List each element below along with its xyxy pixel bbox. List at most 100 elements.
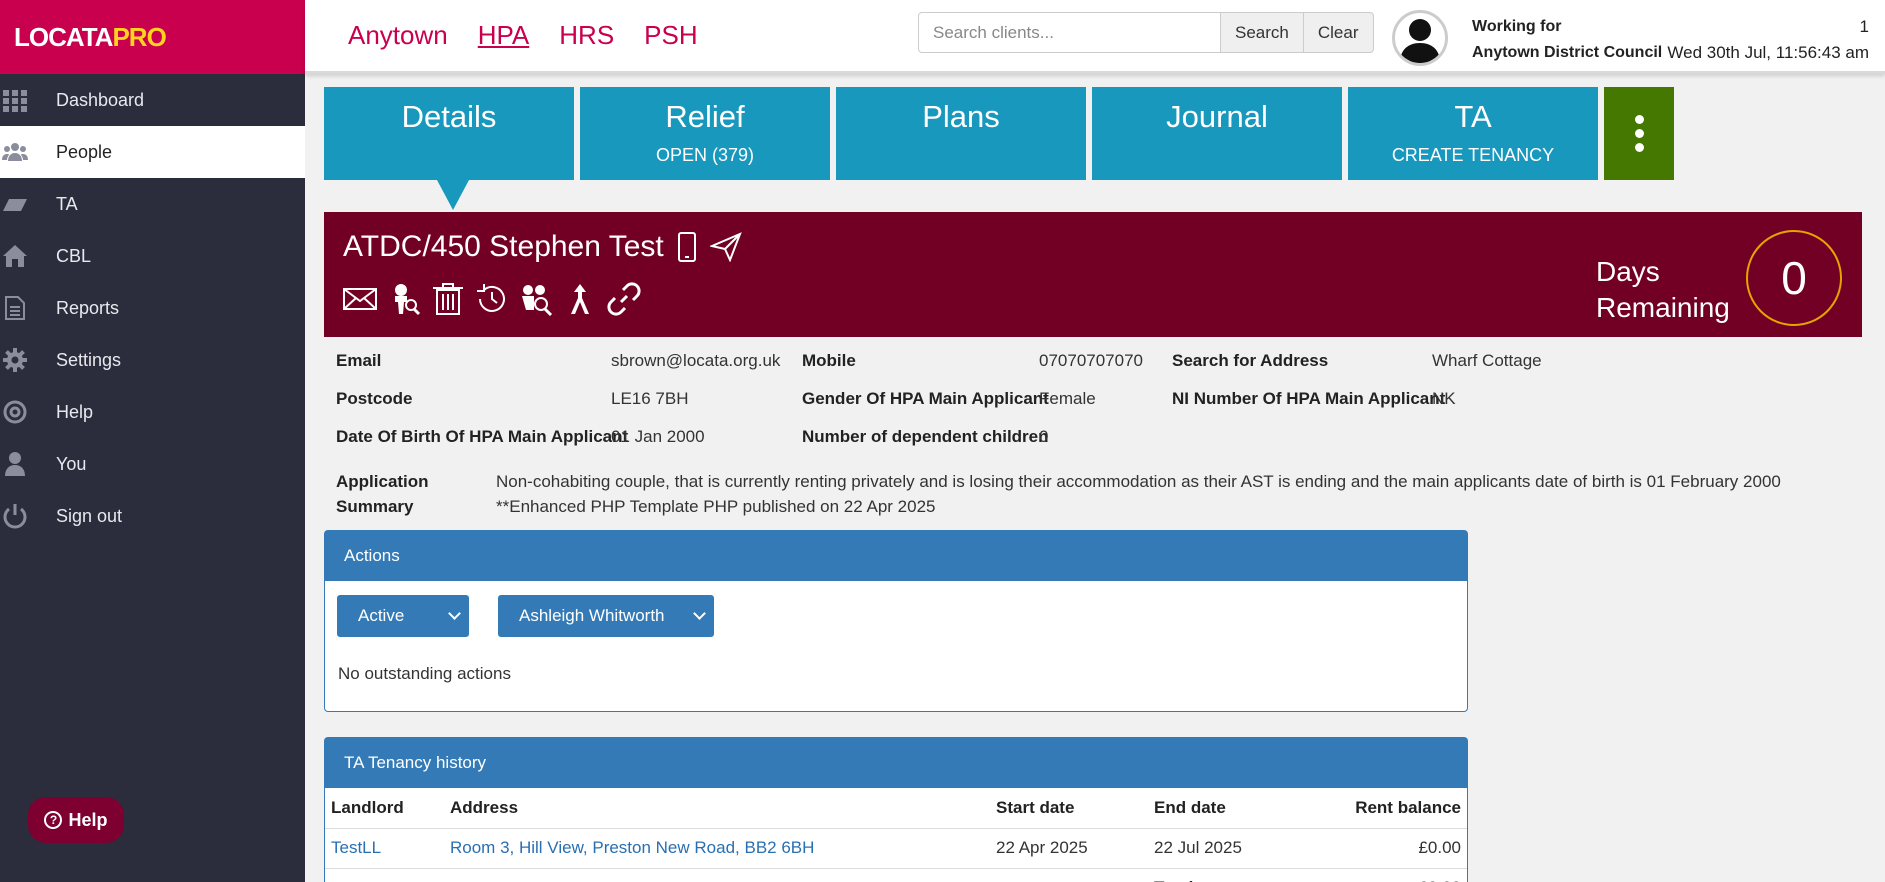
link-icon[interactable] [607,282,641,316]
status-dropdown-value: Active [358,606,405,625]
sidebar-item-settings[interactable]: Settings [0,334,305,386]
total-row: Total: £0.00 [325,868,1467,882]
postcode-label: Postcode [336,389,413,408]
gear-icon [3,348,27,372]
tab-title: Relief [665,99,745,134]
mobile-label: Mobile [802,351,856,370]
sidebar-item-help[interactable]: Help [0,386,305,438]
mobile-phone-icon[interactable] [676,231,698,263]
module-hpa[interactable]: HPA [478,20,530,51]
sidebar-item-dashboard[interactable]: Dashboard [0,74,305,126]
days-label: Days [1596,256,1660,287]
dob-label: Date Of Birth Of HPA Main Applicant [336,427,629,446]
sidebar-item-label: Help [56,401,94,422]
column-header-end-date: End date [1148,788,1298,829]
mobile-value: 07070707070 [1039,351,1144,370]
search-button[interactable]: Search [1221,12,1304,53]
envelope-icon[interactable] [343,282,377,316]
avatar[interactable] [1392,10,1448,66]
status-dropdown[interactable]: Active [337,595,469,637]
address-link[interactable]: Room 3, Hill View, Preston New Road, BB2… [444,828,990,869]
column-header-start-date: Start date [990,788,1148,829]
dob-value: 01 Jan 2000 [611,427,705,446]
search-address-label: Search for Address [1172,351,1329,370]
empty-cell [444,868,990,882]
ta-icon [3,199,27,211]
rent-balance-cell: £0.00 [1298,828,1467,869]
lifebuoy-icon [3,400,27,424]
question-icon: ? [44,811,63,829]
table-row: TestLL Room 3, Hill View, Preston New Ro… [325,828,1467,869]
gender-value: Female [1039,389,1096,408]
tab-title: Journal [1166,99,1268,134]
tab-title: TA [1454,99,1492,134]
search-address-value: Wharf Cottage [1432,351,1542,370]
people-icon [2,143,28,161]
tab-subtitle: CREATE TENANCY [1391,145,1555,165]
application-summary-label: Application Summary [336,469,496,519]
search-input[interactable]: Search clients... [918,12,1221,53]
client-action-icons [343,282,641,316]
sidebar-item-sign-out[interactable]: Sign out [0,490,305,542]
actions-panel-title: Actions [325,531,1467,581]
dependent-children-value: 0 [1039,427,1049,446]
history-icon[interactable] [475,282,509,316]
column-header-rent-balance: Rent balance [1298,788,1467,829]
client-name: ATDC/450 Stephen Test [343,230,664,263]
tab-details[interactable]: Details [324,87,574,210]
ta-history-title: TA Tenancy history [325,738,1467,788]
days-remaining-label: Days Remaining [1596,254,1730,326]
tab-plans[interactable]: Plans [836,87,1086,180]
people-search-icon[interactable] [519,282,553,316]
empty-cell [325,868,444,882]
sidebar-item-you[interactable]: You [0,438,305,490]
document-icon [5,296,25,320]
sidebar: LOCATA PRO Dashboard People TA CBL Report… [0,0,305,882]
tab-ta[interactable]: TA CREATE TENANCY [1348,87,1598,180]
house-icon [3,245,27,267]
landlord-link[interactable]: TestLL [325,828,444,869]
sidebar-item-cbl[interactable]: CBL [0,230,305,282]
sidebar-item-label: TA [56,193,78,214]
split-arrow-icon[interactable] [563,282,597,316]
client-banner: ATDC/450 Stephen Test Days Remaining 0 [324,212,1862,337]
logo-text-pro: PRO [112,21,166,52]
column-header-landlord: Landlord [325,788,444,829]
top-bar: Anytown HPA HRS PSH Search clients... Se… [305,0,1885,74]
tab-subtitle: OPEN (379) [655,145,755,165]
trash-icon[interactable] [431,282,465,316]
module-anytown[interactable]: Anytown [348,20,448,51]
send-icon[interactable] [709,232,742,262]
dependent-children-label: Number of dependent children [802,427,1049,446]
person-search-icon[interactable] [387,282,421,316]
sidebar-item-label: CBL [56,245,92,266]
grid-icon [3,90,27,112]
clear-button[interactable]: Clear [1303,12,1374,53]
module-psh[interactable]: PSH [644,20,697,51]
sidebar-item-people[interactable]: People [0,126,305,178]
help-button[interactable]: ? Help [28,797,124,843]
summary-label-line1: Application [336,472,429,491]
user-avatar-icon [1400,19,1440,63]
more-options-button[interactable] [1604,87,1674,180]
ni-number-value: NK [1432,389,1456,408]
empty-cell [990,868,1148,882]
module-nav: Anytown HPA HRS PSH [348,20,698,51]
officer-dropdown[interactable]: Ashleigh Whitworth [498,595,714,637]
sidebar-item-label: Settings [56,349,122,370]
notification-count[interactable]: 1 [1667,14,1869,40]
locata-pro-logo[interactable]: LOCATA PRO [0,0,305,74]
email-label: Email [336,351,382,370]
module-hrs[interactable]: HRS [559,20,614,51]
no-actions-message: No outstanding actions [338,664,511,683]
officer-dropdown-value: Ashleigh Whitworth [519,606,665,625]
power-icon [3,504,27,529]
tab-journal[interactable]: Journal [1092,87,1342,180]
days-remaining-counter: 0 [1746,230,1842,326]
sidebar-item-ta[interactable]: TA [0,178,305,230]
vertical-dots-icon [1634,115,1644,152]
total-label: Total: [1148,868,1298,882]
sidebar-nav: Dashboard People TA CBL Reports Settings… [0,74,305,542]
tab-relief[interactable]: Relief OPEN (379) [580,87,830,180]
sidebar-item-reports[interactable]: Reports [0,282,305,334]
